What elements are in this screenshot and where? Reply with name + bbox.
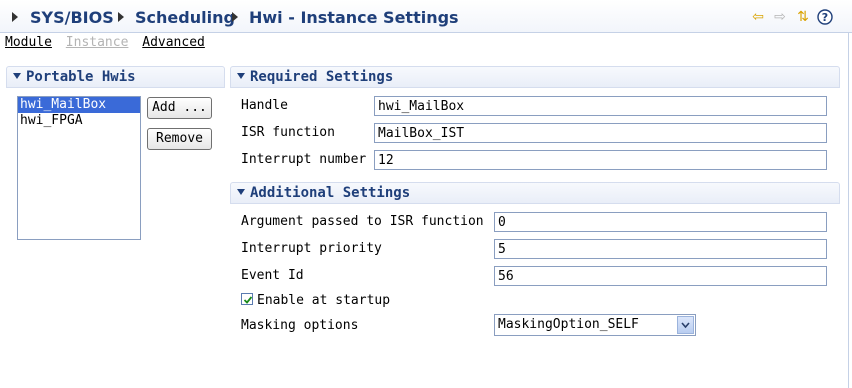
required-settings-header[interactable]: Required Settings	[230, 66, 840, 88]
collapse-triangle-icon	[237, 73, 245, 79]
remove-button[interactable]: Remove	[147, 128, 212, 150]
additional-settings-title: Additional Settings	[250, 185, 411, 201]
collapse-triangle-icon	[237, 189, 245, 195]
dropdown-button[interactable]	[677, 316, 694, 334]
view-tabs: Module Instance Advanced	[5, 35, 211, 50]
title-bar: SYS/BIOS Scheduling Hwi - Instance Setti…	[0, 0, 852, 33]
breadcrumb-item-scheduling[interactable]: Scheduling	[135, 8, 235, 27]
event-id-field[interactable]: 56	[494, 266, 827, 286]
sync-icon[interactable]: ⇅	[795, 9, 811, 25]
breadcrumb-arrow-icon	[232, 12, 238, 22]
breadcrumb-item-sysbios[interactable]: SYS/BIOS	[30, 8, 114, 27]
required-settings-title: Required Settings	[250, 69, 394, 85]
interrupt-number-field[interactable]: 12	[374, 150, 827, 170]
isr-function-field[interactable]: MailBox_IST	[374, 123, 827, 143]
isr-function-label: ISR function	[241, 125, 335, 140]
checkmark-icon	[243, 296, 253, 304]
masking-options-value: MaskingOption_SELF	[498, 317, 639, 332]
enable-at-startup-label: Enable at startup	[257, 293, 391, 308]
handle-field[interactable]: hwi_MailBox	[374, 96, 827, 116]
isr-argument-label: Argument passed to ISR function	[241, 214, 484, 229]
add-button[interactable]: Add ...	[147, 97, 212, 119]
interrupt-priority-field[interactable]: 5	[494, 239, 827, 259]
help-icon[interactable]: ?	[817, 9, 833, 25]
tab-instance: Instance	[65, 35, 129, 50]
right-border	[848, 32, 849, 388]
tab-module[interactable]: Module	[5, 35, 52, 50]
back-arrow-icon[interactable]: ⇦	[750, 9, 766, 25]
interrupt-priority-label: Interrupt priority	[241, 241, 382, 256]
collapse-triangle-icon	[13, 73, 21, 79]
masking-options-label: Masking options	[241, 318, 359, 333]
enable-at-startup-checkbox[interactable]	[241, 293, 253, 305]
chevron-down-icon	[681, 322, 690, 329]
forward-arrow-icon[interactable]: ⇨	[772, 9, 788, 25]
handle-label: Handle	[241, 98, 288, 113]
breadcrumb-arrow-icon	[118, 12, 124, 22]
additional-settings-header[interactable]: Additional Settings	[230, 182, 840, 204]
isr-argument-field[interactable]: 0	[494, 212, 827, 232]
tab-advanced[interactable]: Advanced	[142, 35, 205, 50]
list-item[interactable]: hwi_FPGA	[18, 113, 140, 129]
breadcrumb-item-current-page: Hwi - Instance Settings	[249, 8, 459, 27]
event-id-label: Event Id	[241, 268, 304, 283]
list-item[interactable]: hwi_MailBox	[18, 97, 140, 113]
masking-options-select[interactable]: MaskingOption_SELF	[494, 314, 696, 336]
portable-hwis-title: Portable Hwis	[26, 69, 136, 85]
breadcrumb-arrow-icon	[12, 12, 18, 22]
svg-text:?: ?	[822, 11, 828, 24]
hwi-instance-list[interactable]: hwi_MailBox hwi_FPGA	[17, 96, 141, 240]
portable-hwis-header[interactable]: Portable Hwis	[6, 66, 225, 88]
interrupt-number-label: Interrupt number	[241, 152, 367, 167]
